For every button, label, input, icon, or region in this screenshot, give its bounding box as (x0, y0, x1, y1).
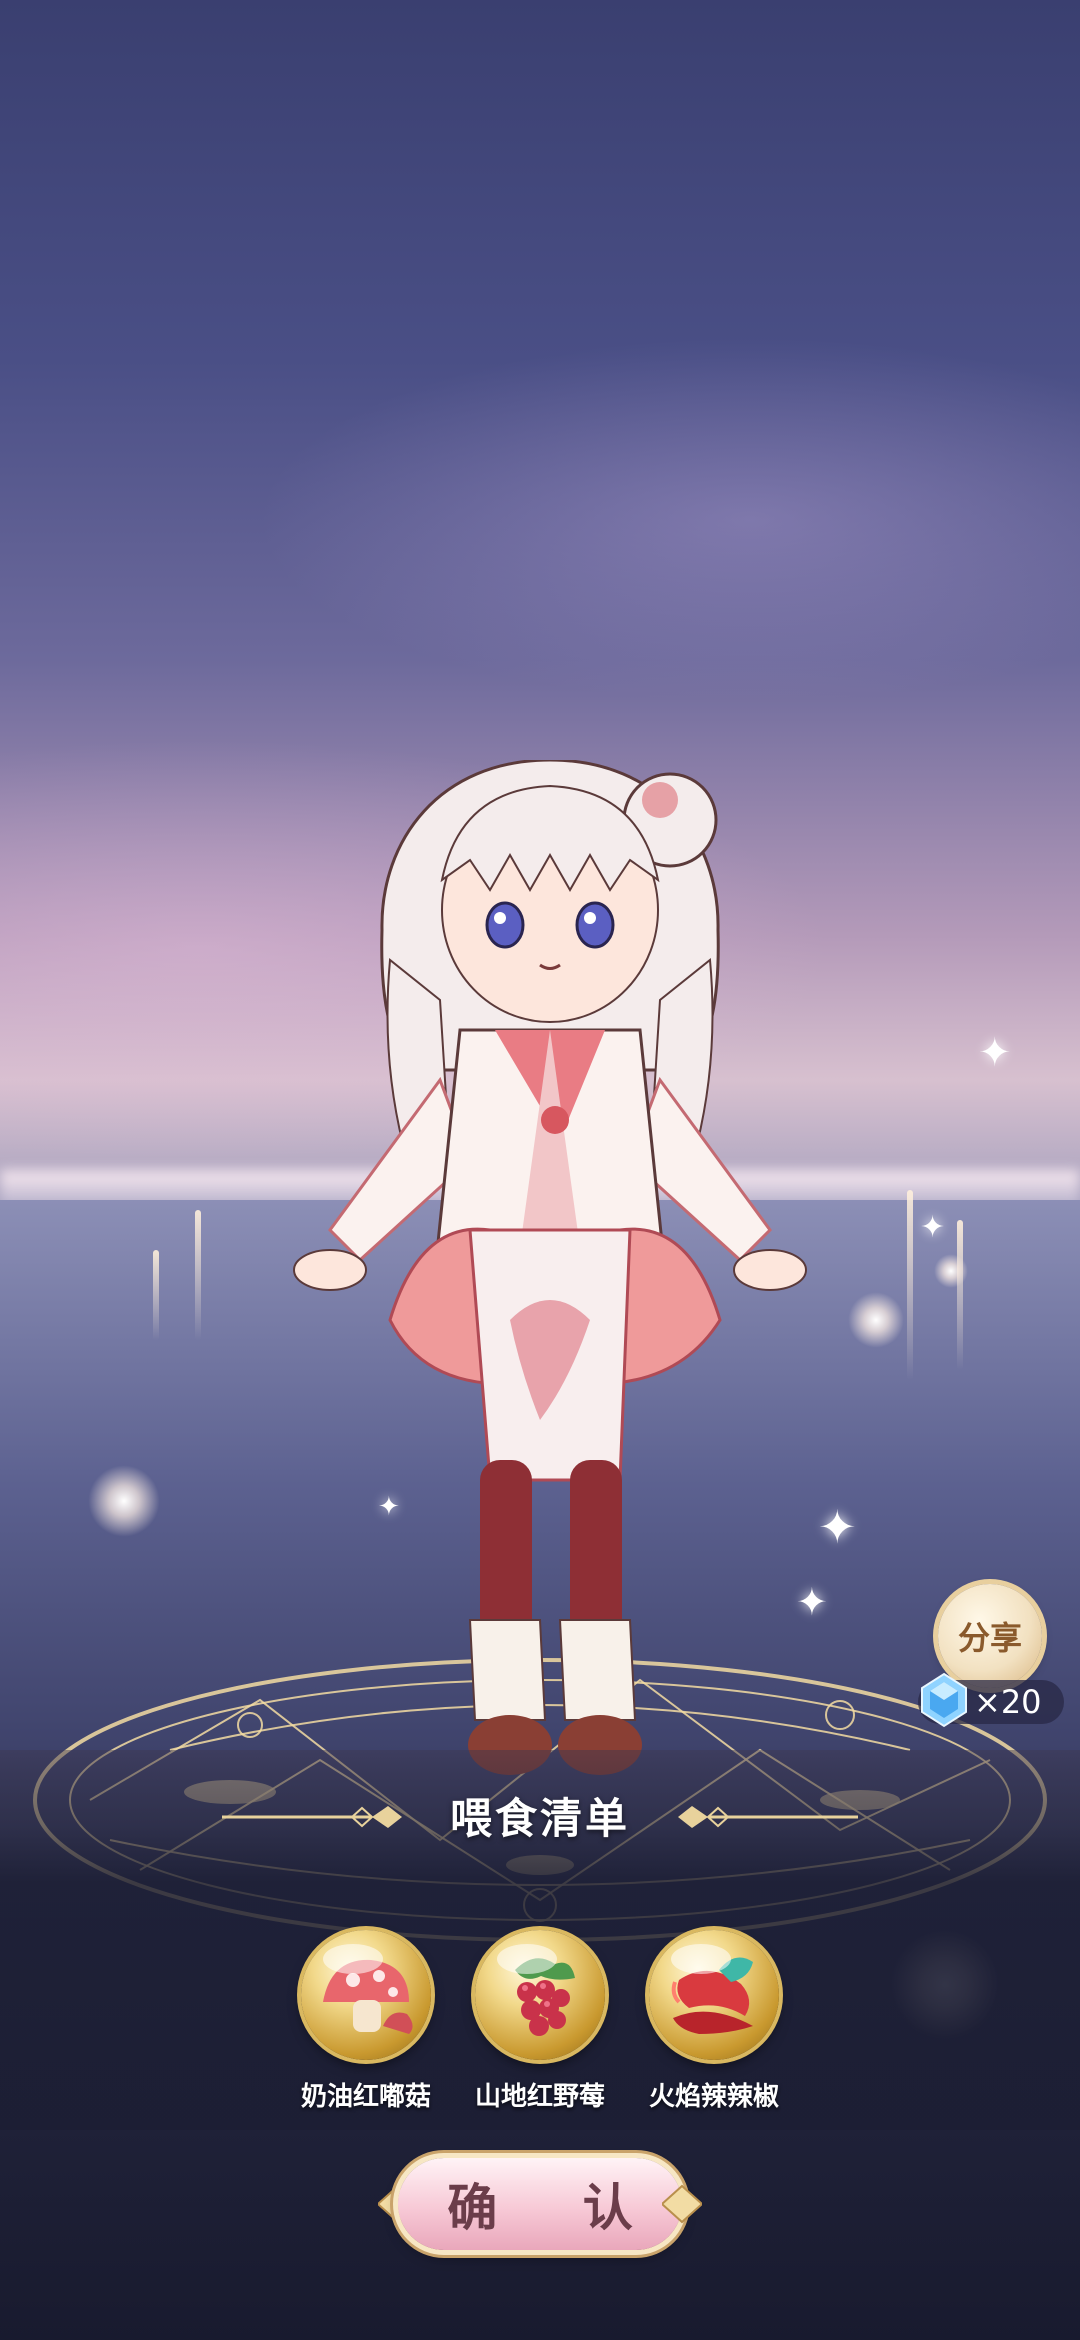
orb-shine (497, 1944, 557, 1974)
orb-shine (323, 1944, 383, 1974)
sparkle-icon: ✦ (818, 1500, 857, 1554)
share-button-label: 分享 (957, 1619, 1022, 1657)
confirm-button[interactable]: 确 认 (398, 2158, 682, 2250)
button-ornament-right-icon (662, 2184, 702, 2224)
food-orb (475, 1930, 605, 2060)
share-reward-badge: ×20 (918, 1672, 1064, 1728)
food-item-label: 山地红野莓 (474, 2082, 605, 2112)
food-item-label: 火焰辣辣椒 (648, 2082, 779, 2112)
confirm-button-label: 确 认 (447, 2179, 667, 2237)
title-ornament-right-icon (678, 1806, 858, 1828)
light-reflection (957, 1220, 963, 1370)
sparkle-icon: ✦ (920, 1210, 946, 1245)
light-reflection (907, 1190, 913, 1380)
food-orb (301, 1930, 431, 2060)
glowing-orb (88, 1465, 160, 1537)
orb-shine (671, 1944, 731, 1974)
share-reward-amount: ×20 (974, 1683, 1042, 1721)
light-reflection (153, 1250, 159, 1340)
feed-list-title: 喂食清单 (449, 1794, 630, 1843)
glowing-orb (848, 1292, 904, 1348)
food-orb (649, 1930, 779, 2060)
crystal-gem-icon (921, 1672, 967, 1728)
character-model (293, 760, 807, 1775)
food-item-label: 奶油红嘟菇 (300, 2082, 431, 2112)
food-item-chili-pepper[interactable]: 火焰辣辣椒 (644, 1930, 784, 2113)
food-item-raspberry[interactable]: 山地红野莓 (470, 1930, 610, 2113)
light-reflection (195, 1210, 201, 1340)
glowing-orb (934, 1254, 968, 1288)
sparkle-icon: ✦ (978, 1030, 1012, 1076)
food-item-mushroom[interactable]: 奶油红嘟菇 (296, 1930, 436, 2113)
